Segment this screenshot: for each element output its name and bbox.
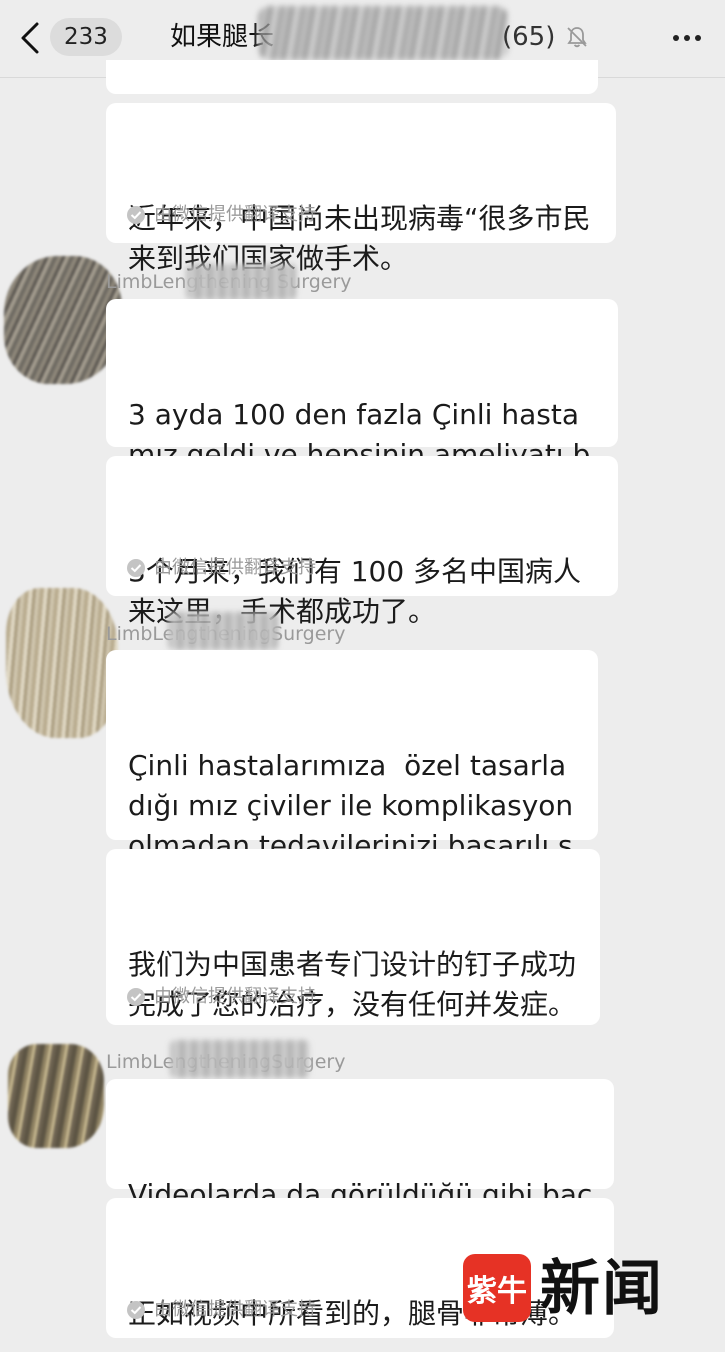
member-count: (65) bbox=[502, 22, 556, 52]
translate-note-text: 由微信提供翻译支持 bbox=[154, 986, 316, 1007]
avatar[interactable] bbox=[4, 256, 122, 384]
check-circle-icon bbox=[127, 559, 145, 577]
unread-count-badge[interactable]: 233 bbox=[50, 18, 122, 56]
redaction-blur bbox=[170, 1040, 310, 1078]
translate-note-text: 由微信提供翻译支持 bbox=[154, 557, 316, 578]
check-circle-icon bbox=[127, 988, 145, 1006]
partial-message-bubble[interactable] bbox=[106, 60, 598, 94]
translation-bubble[interactable]: 近年来，中国尚未出现病毒“很多市民来到我们国家做手术。 由微信提供翻译支持 bbox=[106, 103, 616, 275]
check-circle-icon bbox=[127, 206, 145, 224]
chevron-left-icon bbox=[21, 22, 39, 54]
watermark-logo-text: 新闻 bbox=[540, 1254, 664, 1324]
translate-note-text: 由微信提供翻译支持 bbox=[154, 204, 316, 225]
avatar[interactable] bbox=[6, 588, 118, 738]
dot-icon bbox=[673, 35, 679, 41]
avatar[interactable] bbox=[8, 1044, 104, 1148]
translate-note-text: 由微信提供翻译支持 bbox=[154, 1299, 316, 1320]
redaction-blur bbox=[168, 612, 278, 650]
watermark-logo-icon: 紫牛 bbox=[463, 1254, 531, 1322]
translation-bubble[interactable]: 3个月来，我们有 100 多名中国病人来这里，手术都成功了。 由微信提供翻译支持 bbox=[106, 456, 618, 628]
chat-screen: 233 如果腿长 (65) 近年来，中国尚未出现病毒“很多市民来到我们国家做手术… bbox=[0, 0, 725, 1352]
message-bubble[interactable]: Çinli hastalarımıza özel tasarladığı mız… bbox=[106, 650, 598, 902]
back-button[interactable] bbox=[14, 18, 46, 58]
dot-icon bbox=[684, 35, 690, 41]
redaction-blur bbox=[258, 6, 508, 60]
translate-note: 由微信提供翻译支持 bbox=[126, 1298, 316, 1322]
redaction-blur bbox=[186, 264, 296, 300]
message-bubble[interactable]: 3 ayda 100 den fazla Çinli hastamız geld… bbox=[106, 299, 618, 511]
translation-bubble[interactable]: 正如视频中所看到的，腿骨非常薄。 由微信提供翻译支持 bbox=[106, 1198, 614, 1338]
check-circle-icon bbox=[127, 1301, 145, 1319]
translate-note: 由微信提供翻译支持 bbox=[126, 556, 316, 580]
translate-note: 由微信提供翻译支持 bbox=[126, 203, 316, 227]
mute-bell-icon bbox=[567, 27, 587, 48]
message-bubble[interactable]: Videolarda da görüldüğü gibi bacak kemik… bbox=[106, 1079, 614, 1251]
more-options-button[interactable] bbox=[665, 22, 709, 54]
dot-icon bbox=[695, 35, 701, 41]
translate-note: 由微信提供翻译支持 bbox=[126, 985, 316, 1009]
translation-bubble[interactable]: 我们为中国患者专门设计的钉子成功完成了您的治疗，没有任何并发症。 由微信提供翻译… bbox=[106, 849, 600, 1025]
